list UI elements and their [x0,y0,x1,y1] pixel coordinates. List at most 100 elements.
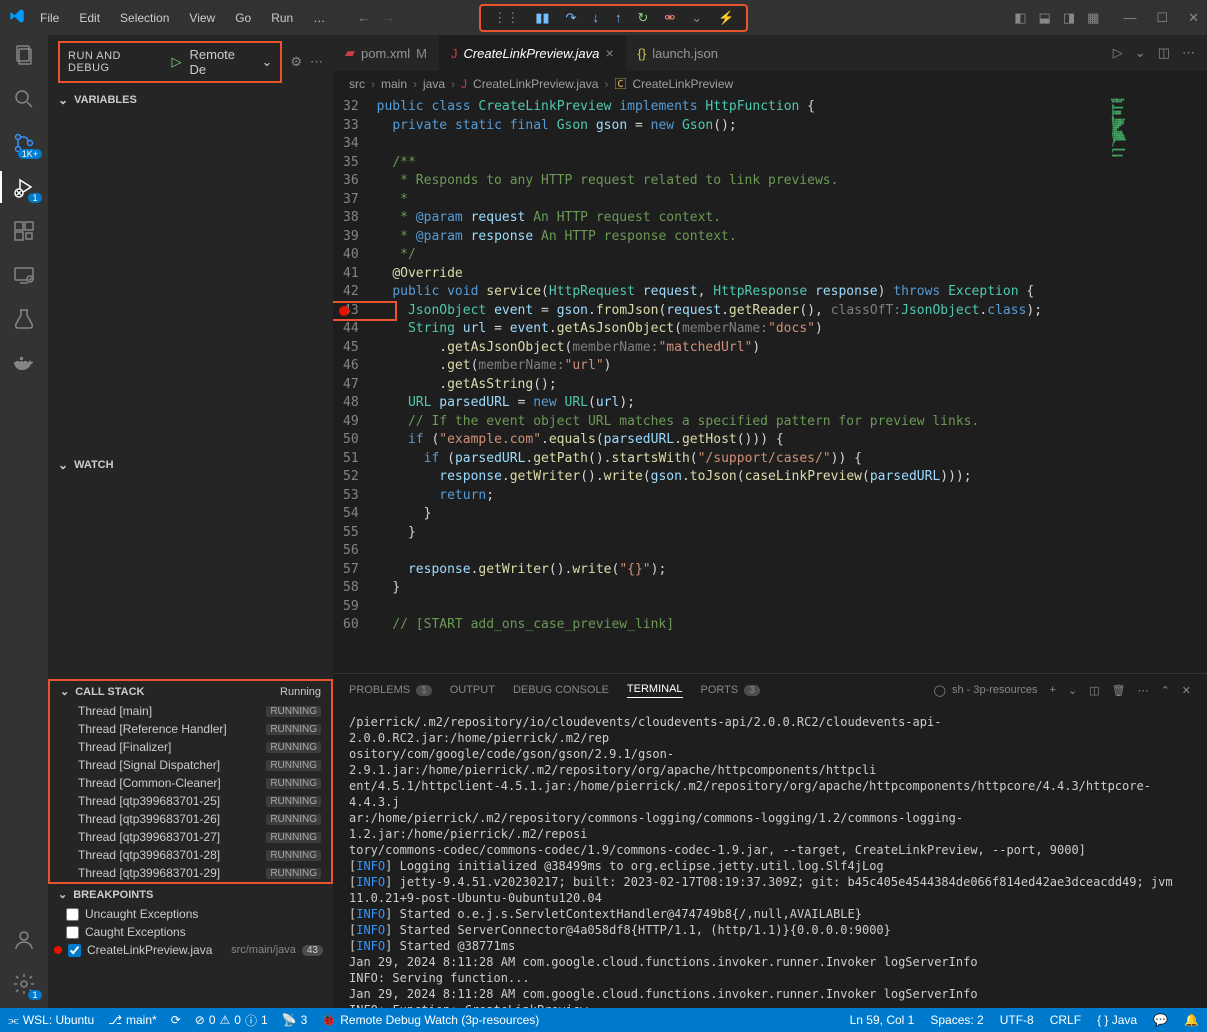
callstack-thread[interactable]: Thread [Finalizer]RUNNING [50,738,331,756]
remote-explorer-icon[interactable] [12,263,36,287]
extensions-icon[interactable] [12,219,36,243]
layout-panel-icon[interactable]: ⬓ [1039,10,1051,26]
callstack-thread[interactable]: Thread [main]RUNNING [50,702,331,720]
problems-indicator[interactable]: ⊘0 ⚠0 ⓘ1 [195,1012,268,1029]
menu-go[interactable]: Go [227,7,259,29]
start-debug-icon[interactable]: ▷ [172,54,182,70]
close-panel-icon[interactable]: ✕ [1182,684,1191,697]
run-debug-config[interactable]: RUN AND DEBUG ▷ Remote De ⌄ [58,41,282,83]
bp-file-checkbox[interactable] [68,944,81,957]
menu-selection[interactable]: Selection [112,7,177,29]
minimap[interactable]: █ ██ ████ █ ███ ██ █ ██ ██ █ ██ ████████… [1107,96,1207,673]
chevron-up-icon[interactable]: ⌃ [1161,684,1170,697]
breakpoints-section[interactable]: ⌄ BREAKPOINTS [48,884,333,905]
search-icon[interactable] [12,87,36,111]
ports-indicator[interactable]: 📡 3 [282,1013,308,1027]
callstack-thread[interactable]: Thread [qtp399683701-28]RUNNING [50,846,331,864]
tab-pom[interactable]: ▰ pom.xml M [333,35,439,71]
nav-forward-icon[interactable]: → [382,10,395,25]
callstack-thread[interactable]: Thread [qtp399683701-29]RUNNING [50,864,331,882]
indentation[interactable]: Spaces: 2 [930,1013,983,1027]
split-terminal-icon[interactable]: ◫ [1089,684,1099,697]
debug-icon: 🐞 [321,1013,336,1027]
tab-createlinkpreview[interactable]: J CreateLinkPreview.java × [439,35,626,71]
bp-uncaught-checkbox[interactable] [66,908,79,921]
more-icon[interactable]: ⋯ [1182,45,1195,61]
new-terminal-icon[interactable]: + [1050,684,1056,696]
step-out-icon[interactable]: ↑ [615,10,622,26]
panel-terminal[interactable]: TERMINAL [627,683,683,698]
bp-caught-checkbox[interactable] [66,926,79,939]
chevron-down-icon[interactable]: ⌄ [1135,45,1146,61]
more-icon[interactable]: ⋯ [1138,684,1149,697]
bp-file[interactable]: CreateLinkPreview.java src/main/java 43 [48,941,333,959]
notifications-icon[interactable]: 🔔 [1184,1013,1199,1027]
terminal-selector[interactable]: ◯ sh - 3p-resources [934,684,1038,697]
panel-problems[interactable]: PROBLEMS 1 [349,684,432,696]
nav-back-icon[interactable]: ← [357,10,370,25]
variables-section[interactable]: ⌄ VARIABLES [48,89,333,111]
encoding[interactable]: UTF-8 [1000,1013,1034,1027]
chevron-down-icon[interactable]: ⌄ [261,54,272,70]
bp-caught[interactable]: Caught Exceptions [48,923,333,941]
step-over-icon[interactable]: ↷ [566,10,577,26]
kill-terminal-icon[interactable]: 🗑 [1112,684,1126,697]
menu-file[interactable]: File [32,7,67,29]
layout-customize-icon[interactable]: ▦ [1087,10,1099,26]
code-editor[interactable]: 3233343536373839404142434445464748495051… [333,96,1107,673]
menu-run[interactable]: Run [263,7,301,29]
panel-ports[interactable]: PORTS 3 [701,684,760,696]
callstack-thread[interactable]: Thread [qtp399683701-27]RUNNING [50,828,331,846]
language-mode[interactable]: { } Java [1097,1013,1137,1027]
restart-icon[interactable]: ↻ [637,10,648,26]
eol[interactable]: CRLF [1050,1013,1081,1027]
menu-view[interactable]: View [181,7,223,29]
info-icon: ⓘ [245,1012,257,1029]
callstack-thread[interactable]: Thread [Common-Cleaner]RUNNING [50,774,331,792]
minimize-icon[interactable]: — [1123,10,1136,26]
step-into-icon[interactable]: ↓ [592,10,599,26]
breadcrumb[interactable]: src› main› java› J CreateLinkPreview.jav… [333,71,1207,96]
split-editor-icon[interactable]: ◫ [1158,45,1170,61]
debug-settings-icon[interactable]: ⚙ [290,54,302,70]
drag-handle-icon[interactable]: ⋮⋮ [493,10,519,26]
explorer-icon[interactable] [12,43,36,67]
source-control-icon[interactable]: 1K+ [12,131,36,155]
debug-status[interactable]: 🐞 Remote Debug Watch (3p-resources) [321,1013,539,1027]
menu-more[interactable]: … [305,7,333,29]
feedback-icon[interactable]: 💬 [1153,1013,1168,1027]
layout-sidebar-right-icon[interactable]: ◨ [1063,10,1075,26]
menu-edit[interactable]: Edit [71,7,108,29]
bp-uncaught[interactable]: Uncaught Exceptions [48,905,333,923]
panel-debug-console[interactable]: DEBUG CONSOLE [513,684,609,696]
chevron-down-icon[interactable]: ⌄ [1068,684,1077,697]
pause-icon[interactable]: ▮▮ [535,10,549,26]
more-icon[interactable]: ⋯ [310,54,323,70]
close-tab-icon[interactable]: × [605,45,613,61]
docker-icon[interactable] [12,351,36,375]
callstack-section[interactable]: ⌄ CALL STACK Running [50,681,331,702]
terminal-content[interactable]: /pierrick/.m2/repository/io/cloudevents/… [333,706,1207,1008]
hot-reload-icon[interactable]: ⚡ [718,10,734,26]
callstack-thread[interactable]: Thread [qtp399683701-25]RUNNING [50,792,331,810]
callstack-thread[interactable]: Thread [Reference Handler]RUNNING [50,720,331,738]
tab-launch[interactable]: {} launch.json [626,35,730,71]
sync-icon[interactable]: ⟳ [171,1013,181,1027]
maximize-icon[interactable]: ☐ [1156,10,1168,26]
git-branch[interactable]: ⎇ main* [108,1013,157,1027]
panel-output[interactable]: OUTPUT [450,684,495,696]
testing-icon[interactable] [12,307,36,331]
watch-section[interactable]: ⌄ WATCH [48,454,333,476]
cursor-position[interactable]: Ln 59, Col 1 [850,1013,915,1027]
callstack-thread[interactable]: Thread [Signal Dispatcher]RUNNING [50,756,331,774]
run-file-icon[interactable]: ▷ [1113,45,1123,61]
layout-sidebar-left-icon[interactable]: ◧ [1014,10,1026,26]
settings-gear-icon[interactable]: 1 [12,972,36,996]
accounts-icon[interactable] [12,928,36,952]
run-debug-icon[interactable]: 1 [12,175,36,199]
remote-indicator[interactable]: ⫘ WSL: Ubuntu [8,1013,94,1028]
close-icon[interactable]: ✕ [1188,10,1199,26]
disconnect-icon[interactable]: ⚮ [664,10,675,26]
chevron-down-icon[interactable]: ⌄ [691,10,702,26]
callstack-thread[interactable]: Thread [qtp399683701-26]RUNNING [50,810,331,828]
